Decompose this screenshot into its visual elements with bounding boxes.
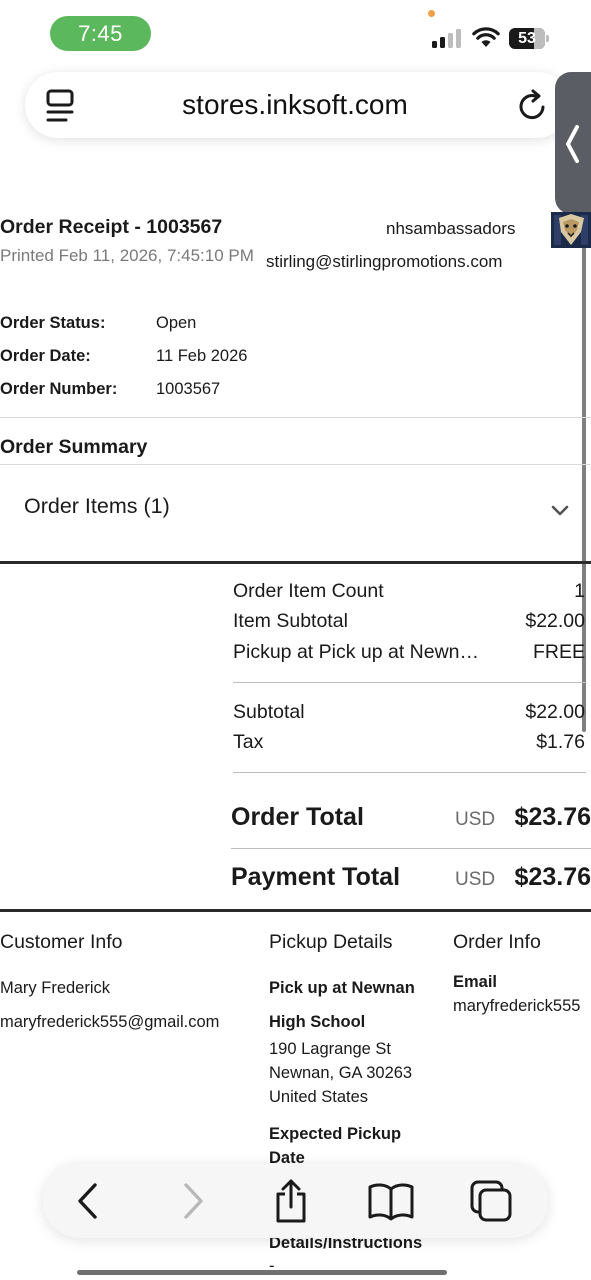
pickup-details-heading: Pickup Details: [269, 931, 393, 953]
printed-date: Printed Feb 11, 2026, 7:45:10 PM: [0, 246, 254, 265]
divider: [233, 772, 586, 773]
battery-icon: 53: [509, 28, 549, 49]
status-bar: 7:45 53: [0, 0, 591, 66]
order-items-toggle[interactable]: Order Items (1): [0, 465, 591, 561]
order-date-value: 11 Feb 2026: [156, 347, 248, 365]
share-icon: [276, 1179, 306, 1223]
browser-toolbar: [43, 1164, 548, 1238]
order-number-value: 1003567: [156, 380, 221, 398]
order-total-currency: USD: [455, 809, 496, 830]
order-status-label: Order Status:: [0, 314, 106, 332]
subtotal-value: $22.00: [525, 701, 585, 723]
item-count-label: Order Item Count: [233, 580, 384, 602]
order-info-email-label: Email: [453, 973, 498, 991]
battery-level: 53: [518, 29, 536, 47]
pickup-fee-value: FREE: [532, 641, 585, 663]
bookmarks-button[interactable]: [356, 1164, 426, 1238]
pickup-address-line2: Newnan, GA 30263: [269, 1064, 413, 1082]
status-time[interactable]: 7:45: [50, 16, 151, 51]
wifi-icon: [472, 27, 500, 47]
url-text[interactable]: stores.inksoft.com: [115, 72, 475, 138]
tabs-button[interactable]: [456, 1164, 526, 1238]
order-total-label: Order Total: [231, 803, 364, 831]
chevron-left-icon: [566, 125, 579, 163]
address-bar[interactable]: stores.inksoft.com: [25, 72, 570, 138]
divider: [0, 417, 591, 418]
divider: [233, 682, 586, 683]
home-indicator[interactable]: [77, 1270, 447, 1275]
side-panel-handle[interactable]: [555, 72, 591, 214]
section-divider: [0, 909, 591, 912]
pickup-fee-label: Pickup at Pick up at Newn…: [233, 641, 480, 663]
item-count-value: 1: [574, 580, 585, 602]
privacy-indicator-dot: [428, 10, 435, 17]
reload-icon[interactable]: [519, 89, 549, 121]
tax-label: Tax: [233, 731, 264, 753]
payment-total-currency: USD: [455, 869, 496, 890]
order-info-email-value: maryfrederick555: [453, 997, 581, 1015]
back-arrow-icon: [78, 1183, 97, 1219]
store-email: stirling@stirlingpromotions.com: [266, 252, 503, 271]
order-status-value: Open: [156, 314, 197, 332]
book-icon: [368, 1183, 414, 1221]
tax-value: $1.76: [536, 731, 585, 753]
order-date-label: Order Date:: [0, 347, 91, 365]
pickup-location-line2: High School: [269, 1013, 366, 1031]
customer-info-heading: Customer Info: [0, 931, 123, 953]
order-total-value: $23.76: [514, 803, 591, 831]
divider: [231, 848, 591, 849]
share-button[interactable]: [256, 1164, 326, 1238]
customer-name: Mary Frederick: [0, 979, 111, 997]
pickup-location-line1: Pick up at Newnan: [269, 979, 415, 997]
item-subtotal-value: $22.00: [525, 610, 585, 632]
receipt-title: Order Receipt - 1003567: [0, 216, 223, 238]
cellular-signal-icon: [432, 29, 461, 48]
order-info-heading: Order Info: [453, 931, 541, 953]
payment-total-label: Payment Total: [231, 863, 401, 891]
forward-button[interactable]: [158, 1164, 228, 1238]
back-button[interactable]: [53, 1164, 123, 1238]
section-divider: [0, 561, 591, 564]
subtotal-label: Subtotal: [233, 701, 305, 723]
tabs-icon: [470, 1180, 512, 1222]
item-subtotal-label: Item Subtotal: [233, 610, 348, 632]
customer-email: maryfrederick555@gmail.com: [0, 1013, 220, 1031]
expected-pickup-label-line1: Expected Pickup: [269, 1125, 402, 1143]
chevron-down-icon: [551, 505, 569, 516]
pickup-address-line1: 190 Lagrange St: [269, 1040, 392, 1058]
forward-arrow-icon: [184, 1183, 203, 1219]
order-summary-heading: Order Summary: [0, 436, 148, 458]
store-logo: [551, 212, 591, 248]
payment-total-value: $23.76: [514, 863, 591, 891]
store-name: nhsambassadors: [386, 219, 516, 238]
order-number-label: Order Number:: [0, 380, 118, 398]
pickup-address-line3: United States: [269, 1088, 369, 1106]
order-items-label: Order Items (1): [24, 494, 170, 518]
reader-mode-icon[interactable]: [45, 89, 75, 123]
